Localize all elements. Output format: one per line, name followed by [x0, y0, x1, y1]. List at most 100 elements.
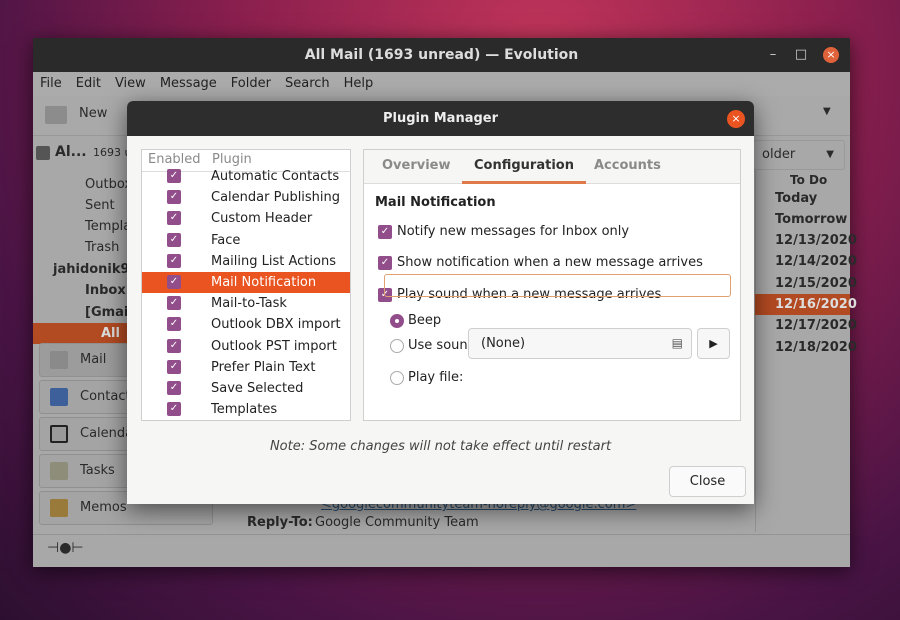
menu-search[interactable]: Search	[278, 72, 337, 96]
chevron-down-icon: ▼	[826, 149, 834, 160]
new-button[interactable]: New	[79, 106, 107, 121]
reply-to-label: Reply-To:	[247, 515, 313, 530]
option-show-notification[interactable]: ✓ Show notification when a new message ar…	[378, 253, 703, 273]
radio-beep[interactable]: Beep	[390, 311, 441, 331]
tab-bar: Overview Configuration Accounts	[364, 150, 740, 184]
todo-item[interactable]: 12/13/2020	[770, 230, 857, 251]
plugin-enabled-checkbox[interactable]: ✓	[167, 275, 181, 289]
plugin-enabled-checkbox[interactable]: ✓	[167, 169, 181, 183]
plugin-enabled-checkbox[interactable]: ✓	[167, 359, 181, 374]
plugin-enabled-checkbox[interactable]: ✓	[167, 381, 181, 395]
plugin-name: Mail Notification	[211, 275, 317, 290]
plugin-name: Prefer Plain Text	[211, 359, 316, 375]
menu-view[interactable]: View	[108, 72, 153, 96]
unread-count: 1693 u	[93, 146, 132, 159]
todo-item-selected[interactable]: 12/16/2020	[755, 294, 857, 315]
plugin-row[interactable]: ✓ Mail-to-Task	[142, 293, 350, 314]
plugin-row[interactable]: ✓ Save Selected	[142, 378, 350, 399]
plugin-enabled-checkbox[interactable]: ✓	[167, 211, 181, 226]
current-folder: Al...	[55, 144, 87, 160]
plugin-name: Face	[211, 232, 241, 248]
plugin-name: Save Selected	[211, 381, 304, 396]
radio-icon[interactable]	[390, 371, 404, 385]
radio-selected-icon[interactable]	[390, 314, 404, 328]
switcher-label: Calenda	[80, 426, 134, 441]
plugin-name: Automatic Contacts	[211, 169, 340, 184]
todo-item[interactable]: 12/18/2020	[770, 337, 857, 358]
plugin-enabled-checkbox[interactable]: ✓	[167, 296, 181, 311]
memos-icon	[50, 499, 68, 517]
plugin-row[interactable]: ✓ Custom Header	[142, 208, 350, 229]
option-inbox-only[interactable]: ✓ Notify new messages for Inbox only	[378, 222, 629, 242]
toolbar-dropdown-icon[interactable]: ▼	[823, 106, 831, 117]
plugin-enabled-checkbox[interactable]: ✓	[167, 338, 181, 353]
plugin-list: Enabled Plugin ✓ Automatic Contacts ✓ Calen…	[141, 149, 351, 421]
minimize-button[interactable]: –	[765, 47, 781, 63]
plugin-name: Templates	[211, 402, 278, 418]
plugin-enabled-checkbox[interactable]: ✓	[167, 402, 181, 417]
search-scope-label: older	[762, 147, 796, 162]
plugin-name: Mailing List Actions	[211, 253, 336, 269]
play-sound-button[interactable]: ▶	[697, 328, 730, 359]
close-button[interactable]: Close	[669, 466, 746, 497]
maximize-button[interactable]: □	[793, 47, 809, 63]
plugin-enabled-checkbox[interactable]: ✓	[167, 232, 181, 247]
section-title: Mail Notification	[375, 195, 496, 210]
radio-play-file[interactable]: Play file:	[390, 368, 463, 388]
todo-item[interactable]: 12/15/2020	[770, 273, 857, 294]
todo-item[interactable]: 12/14/2020	[770, 251, 857, 272]
menu-message[interactable]: Message	[153, 72, 224, 96]
tab-overview[interactable]: Overview	[382, 150, 451, 184]
tab-configuration[interactable]: Configuration	[462, 150, 586, 184]
plugin-enabled-checkbox[interactable]: ✓	[167, 317, 181, 332]
plugin-enabled-checkbox[interactable]: ✓	[167, 253, 181, 268]
window-close-button[interactable]: ×	[823, 47, 839, 63]
plugin-config-panel: Overview Configuration Accounts Mail Not…	[363, 149, 741, 421]
window-title: All Mail (1693 unread) — Evolution	[33, 38, 850, 72]
plugin-enabled-checkbox[interactable]: ✓	[167, 190, 181, 205]
plugin-row[interactable]: ✓ Mailing List Actions	[142, 251, 350, 272]
new-mail-icon	[45, 106, 67, 124]
radio-icon[interactable]	[390, 339, 404, 353]
plugin-name: Mail-to-Task	[211, 296, 287, 312]
calendar-icon	[50, 425, 68, 443]
menu-bar: File Edit View Message Folder Search Hel…	[33, 72, 850, 96]
search-scope-dropdown[interactable]: older ▼	[753, 140, 845, 170]
checkbox-checked-icon[interactable]: ✓	[378, 256, 392, 270]
menu-help[interactable]: Help	[337, 72, 381, 96]
plugin-row[interactable]: ✓ Automatic Contacts	[142, 166, 350, 187]
plugin-name: Outlook DBX import	[211, 317, 341, 333]
divider	[755, 170, 756, 532]
restart-note: Note: Some changes will not take effect …	[269, 439, 612, 454]
sound-file-chooser[interactable]: (None) ▤	[468, 328, 692, 359]
folder-icon	[36, 146, 50, 160]
checkbox-checked-icon[interactable]: ✓	[378, 225, 392, 239]
plugin-row[interactable]: ✓ Prefer Plain Text	[142, 357, 350, 378]
plugin-row[interactable]: ✓ Face	[142, 230, 350, 251]
plugin-name: Custom Header	[211, 211, 313, 227]
todo-item[interactable]: Today	[770, 188, 850, 209]
plugin-row[interactable]: ✓ Mail Notification	[142, 272, 350, 293]
menu-edit[interactable]: Edit	[69, 72, 108, 96]
reply-to-value: Google Community Team	[315, 515, 479, 530]
plugin-name: Outlook PST import	[211, 338, 337, 354]
file-icon: ▤	[671, 336, 683, 350]
todo-item[interactable]: Tomorrow	[770, 209, 850, 230]
dialog-title: Plugin Manager	[127, 101, 754, 136]
divider	[33, 534, 850, 535]
dialog-close-button[interactable]: ×	[727, 110, 745, 128]
plugin-row[interactable]: ✓ Templates	[142, 399, 350, 420]
todo-item[interactable]: 12/17/2020	[770, 315, 857, 336]
plugin-row[interactable]: ✓ Outlook DBX import	[142, 314, 350, 335]
offline-plug-icon[interactable]: ⊣●⊢	[47, 540, 84, 556]
menu-folder[interactable]: Folder	[224, 72, 278, 96]
tab-accounts[interactable]: Accounts	[594, 150, 661, 184]
menu-file[interactable]: File	[33, 72, 69, 96]
play-icon: ▶	[709, 337, 718, 350]
switcher-label: Contact	[80, 389, 131, 404]
file-chooser-value: (None)	[481, 336, 526, 351]
beep-focus-box	[384, 274, 731, 297]
switcher-label: Tasks	[80, 463, 115, 478]
plugin-row[interactable]: ✓ Calendar Publishing	[142, 187, 350, 208]
plugin-row[interactable]: ✓ Outlook PST import	[142, 336, 350, 357]
